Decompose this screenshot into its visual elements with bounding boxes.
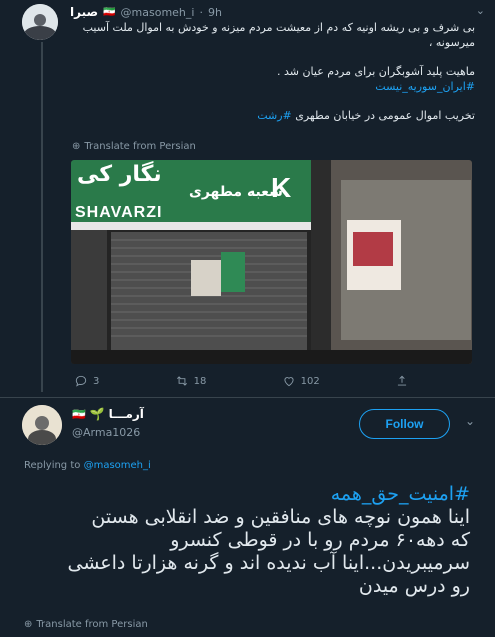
tweet1-hashtag-rasht[interactable]: #رشت bbox=[257, 109, 292, 122]
tweet2-line-3: سرمیبریدن...اینا آب ندیده اند و گرنه هزا… bbox=[67, 552, 471, 574]
follow-button[interactable]: Follow bbox=[359, 409, 450, 439]
heart-icon bbox=[284, 377, 294, 387]
tweet2-line-4: رو درس میدن bbox=[358, 575, 470, 597]
tweet1-handle[interactable]: @masomeh_i bbox=[121, 6, 195, 19]
tweet1-photo[interactable]: نگار کی شعبه مطهری SHAVARZI K bbox=[71, 160, 472, 364]
globe-icon: ⊕ bbox=[72, 141, 81, 152]
avatar-image-icon bbox=[22, 4, 58, 40]
tweet2-hashtag[interactable]: #امنیت_حق_همه bbox=[22, 483, 470, 506]
retweet-icon bbox=[176, 376, 187, 386]
tweet1-header: صبرا 🇮🇷 @masomeh_i · 9h bbox=[70, 5, 222, 19]
tweet1-actions: 3 18 102 bbox=[74, 374, 414, 388]
tweet1-line-3: ماهیت پلید آشوبگران برای مردم عیان شد . bbox=[277, 65, 475, 78]
avatar-image-icon bbox=[22, 405, 62, 445]
seedling-icon: 🌱 bbox=[89, 407, 105, 421]
tweet2-display-name[interactable]: آرمـــا bbox=[109, 407, 144, 421]
replying-to: Replying to @masomeh_i bbox=[24, 460, 151, 471]
tweet1-hashtag-iran[interactable]: #ایران_سوریه_نیست bbox=[70, 79, 475, 94]
retweet-button[interactable]: 18 bbox=[175, 374, 207, 388]
tweet1-display-name[interactable]: صبرا bbox=[70, 5, 98, 19]
tweet2-handle[interactable]: @Arma1026 bbox=[72, 426, 140, 439]
photo-sign-letter: K bbox=[271, 172, 292, 203]
tweet2-avatar[interactable] bbox=[22, 405, 62, 445]
tweet2-line-2: که دهه۶۰ مردم رو با در قوطی کنسرو bbox=[170, 529, 470, 551]
photo-sign-farsi: شعبه مطهری bbox=[189, 184, 283, 200]
tweet1-chevron-down-icon[interactable]: ⌄ bbox=[476, 4, 485, 17]
tweet1-avatar[interactable] bbox=[22, 4, 58, 40]
like-count: 102 bbox=[300, 375, 320, 387]
tweet2-chevron-down-icon[interactable]: ⌄ bbox=[465, 414, 475, 428]
reply-count: 3 bbox=[93, 375, 100, 387]
retweet-count: 18 bbox=[193, 375, 207, 387]
reply-button[interactable]: 3 bbox=[74, 374, 99, 388]
iran-flag-icon: 🇮🇷 bbox=[72, 407, 86, 421]
thread-connector-line bbox=[41, 42, 43, 392]
tweet1-line-2: میرسونه ، bbox=[428, 36, 475, 49]
share-button[interactable] bbox=[395, 374, 414, 388]
tweet2-name-row: 🇮🇷 🌱 آرمـــا bbox=[72, 407, 144, 421]
tweet1-translate[interactable]: ⊕ Translate from Persian bbox=[72, 141, 196, 152]
tweet2-text: #امنیت_حق_همه اینا همون نوچه های منافقین… bbox=[22, 483, 471, 598]
tweet1-text: بی شرف و بی ریشه اونیه که دم از معیشت مر… bbox=[70, 20, 475, 123]
tweet-divider bbox=[0, 397, 495, 398]
like-button[interactable]: 102 bbox=[282, 374, 320, 388]
tweet1-line-4: تخریب اموال عمومی در خیابان مطهری #رشت bbox=[257, 109, 475, 122]
replying-to-handle[interactable]: @masomeh_i bbox=[84, 460, 151, 471]
photo-sign-farsi-top: نگار کی bbox=[77, 162, 162, 187]
photo-sign-english: SHAVARZI bbox=[75, 204, 163, 221]
reply-icon bbox=[75, 375, 87, 387]
globe-icon: ⊕ bbox=[24, 619, 33, 630]
tweet2-line-1: اینا همون نوچه های منافقین و ضد انقلابی … bbox=[91, 506, 470, 528]
tweet1-time[interactable]: 9h bbox=[208, 6, 222, 19]
tweet2-translate[interactable]: ⊕ Translate from Persian bbox=[24, 619, 148, 630]
iran-flag-icon: 🇮🇷 bbox=[103, 6, 116, 18]
share-icon bbox=[397, 375, 407, 386]
tweet1-line-1: بی شرف و بی ریشه اونیه که دم از معیشت مر… bbox=[82, 21, 475, 34]
